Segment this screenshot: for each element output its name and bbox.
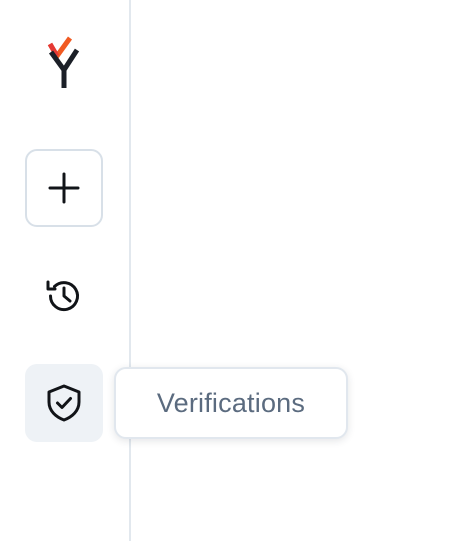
- shield-check-icon: [45, 383, 83, 423]
- history-icon: [44, 276, 84, 316]
- plus-icon: [47, 171, 81, 205]
- sidebar: [0, 0, 131, 541]
- verifications-button[interactable]: [25, 364, 103, 442]
- verifications-tooltip: Verifications: [114, 367, 348, 439]
- app-root: Verifications: [0, 0, 475, 541]
- brand-logo-icon[interactable]: [44, 36, 84, 92]
- history-button[interactable]: [25, 257, 103, 335]
- tooltip-label: Verifications: [156, 387, 306, 418]
- new-button[interactable]: [25, 149, 103, 227]
